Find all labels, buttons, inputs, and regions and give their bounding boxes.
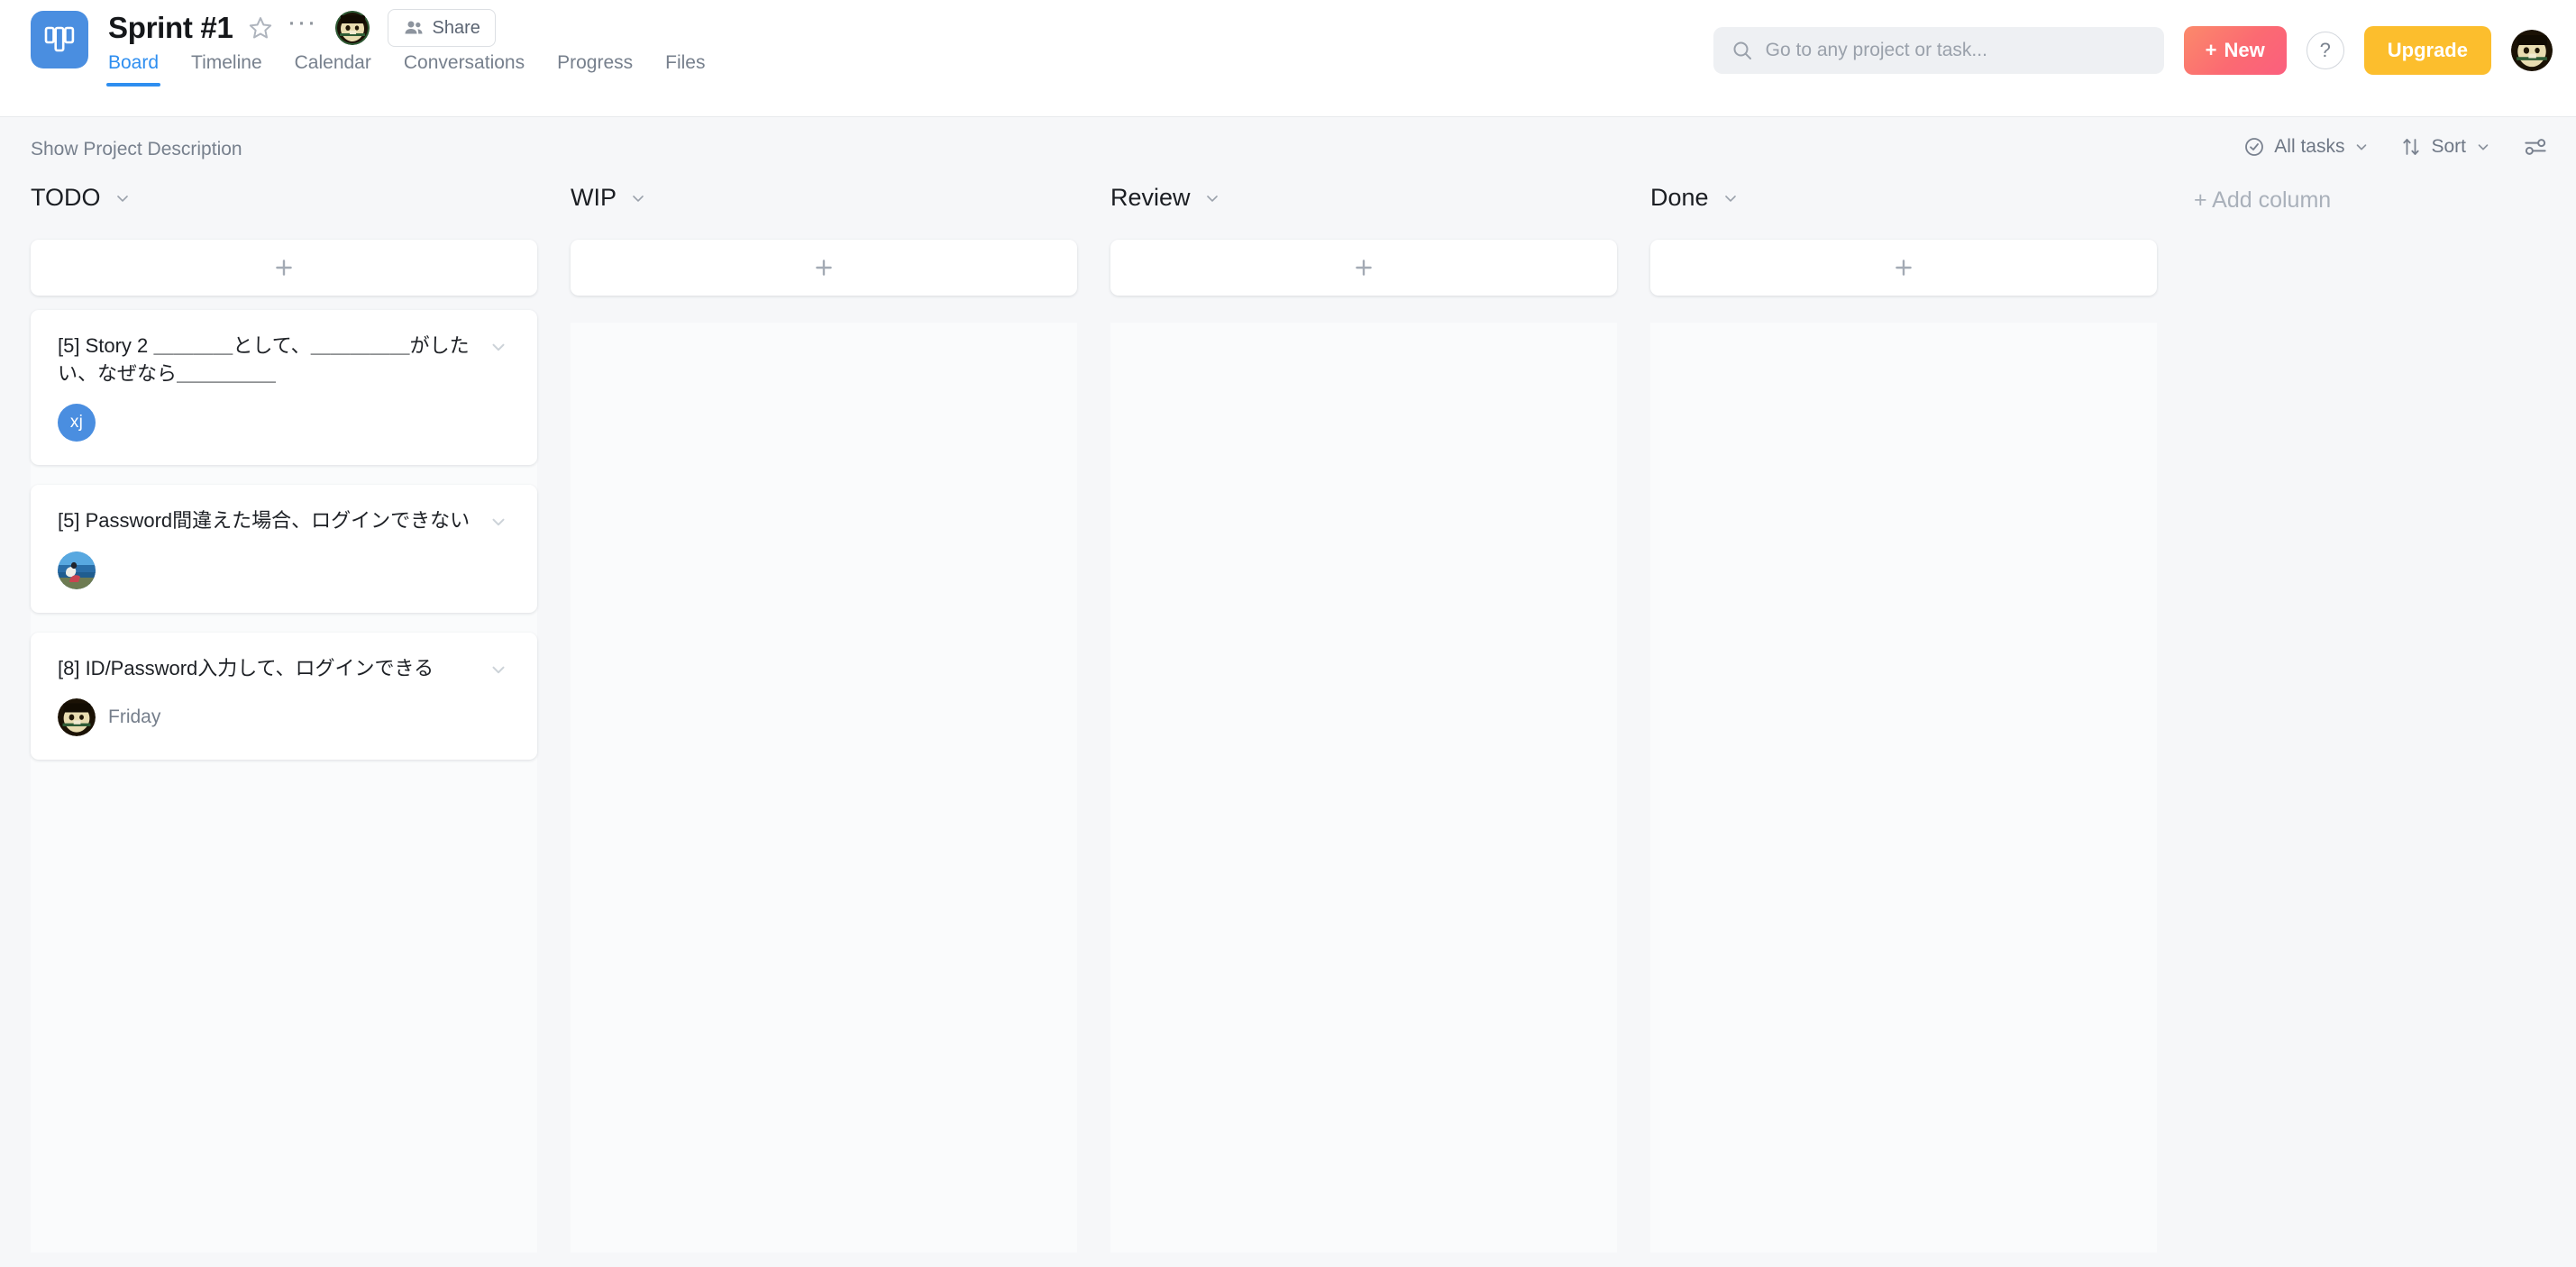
add-card-button-todo[interactable] xyxy=(31,240,537,296)
all-tasks-filter[interactable]: All tasks xyxy=(2243,136,2370,158)
new-label: New xyxy=(2224,39,2265,61)
card-footer: xj xyxy=(58,404,514,442)
tab-progress[interactable]: Progress xyxy=(557,52,633,87)
chevron-down-icon[interactable] xyxy=(489,337,508,361)
column-name: WIP xyxy=(571,184,617,211)
header-left-cluster: Sprint #1 ··· Share Board Timeline Calen… xyxy=(31,0,705,87)
share-label: Share xyxy=(432,17,480,38)
avatar[interactable] xyxy=(58,551,96,589)
tab-timeline[interactable]: Timeline xyxy=(191,52,262,87)
tab-conversations[interactable]: Conversations xyxy=(404,52,525,87)
upgrade-button[interactable]: Upgrade xyxy=(2363,26,2491,75)
column-dropzone[interactable] xyxy=(1110,323,1617,1253)
filter-sliders-icon xyxy=(2525,139,2546,155)
plus-icon xyxy=(276,260,292,276)
title-row: Sprint #1 ··· Share xyxy=(108,0,705,50)
search-icon xyxy=(1733,41,1751,59)
tab-calendar[interactable]: Calendar xyxy=(295,52,371,87)
all-tasks-label: All tasks xyxy=(2274,136,2345,157)
plus-icon: + xyxy=(2205,39,2217,61)
kanban-board: TODO WIP Review Done + Add column [5] St… xyxy=(0,184,2576,1267)
plus-icon xyxy=(1895,260,1912,276)
share-button[interactable]: Share xyxy=(387,9,496,47)
plus-icon xyxy=(1356,260,1372,276)
chevron-down-icon[interactable] xyxy=(489,660,508,684)
toolbar-right: All tasks Sort xyxy=(2243,133,2549,160)
card-title: [5] Story 2 ＿＿＿＿として、＿＿＿＿＿がしたい、なぜなら＿＿＿＿＿ xyxy=(58,334,470,386)
column-name: Review xyxy=(1110,184,1191,211)
column-dropzone[interactable] xyxy=(571,323,1077,1253)
avatar[interactable] xyxy=(58,697,96,736)
chevron-down-icon xyxy=(1206,195,1218,202)
column-review xyxy=(1110,240,1617,1267)
search-input[interactable]: Go to any project or task... xyxy=(1713,27,2164,74)
people-icon xyxy=(405,21,422,34)
header-right-cluster: Go to any project or task... + New ? Upg… xyxy=(1713,26,2553,75)
add-card-button-wip[interactable] xyxy=(571,240,1077,296)
check-circle-icon xyxy=(2245,138,2264,156)
chevron-down-icon xyxy=(2478,144,2489,150)
chevron-down-icon xyxy=(116,195,128,202)
add-column-button[interactable]: + Add column xyxy=(2194,187,2331,214)
column-done xyxy=(1650,240,2157,1267)
column-name: TODO xyxy=(31,184,101,211)
chevron-down-icon xyxy=(633,195,644,202)
board-settings-button[interactable] xyxy=(2522,133,2549,160)
show-project-description-button[interactable]: Show Project Description xyxy=(31,139,242,160)
column-wip xyxy=(571,240,1077,1267)
chevron-down-icon xyxy=(2357,144,2367,150)
task-card[interactable]: [5] Story 2 ＿＿＿＿として、＿＿＿＿＿がしたい、なぜなら＿＿＿＿＿ … xyxy=(31,310,537,466)
plus-icon xyxy=(816,260,832,276)
card-list-todo: [5] Story 2 ＿＿＿＿として、＿＿＿＿＿がしたい、なぜなら＿＿＿＿＿ … xyxy=(31,310,537,779)
column-header-done[interactable]: Done xyxy=(1650,184,1740,212)
tab-files[interactable]: Files xyxy=(665,52,705,87)
column-todo: [5] Story 2 ＿＿＿＿として、＿＿＿＿＿がしたい、なぜなら＿＿＿＿＿ … xyxy=(31,240,537,1267)
chevron-down-icon xyxy=(1724,195,1736,202)
avatar[interactable]: xj xyxy=(58,404,96,442)
nav-tabs: Board Timeline Calendar Conversations Pr… xyxy=(105,52,705,87)
new-button[interactable]: + New xyxy=(2183,26,2287,75)
tab-board[interactable]: Board xyxy=(105,52,161,87)
user-avatar[interactable] xyxy=(2511,30,2553,71)
star-icon[interactable] xyxy=(248,15,273,41)
page-title: Sprint #1 xyxy=(108,11,233,44)
card-assignee: Friday xyxy=(108,706,161,727)
avatar[interactable] xyxy=(334,11,370,45)
card-footer xyxy=(58,551,514,589)
sort-arrows-icon xyxy=(2403,139,2420,155)
board-logo-icon[interactable] xyxy=(31,11,88,68)
help-button[interactable]: ? xyxy=(2306,32,2344,69)
card-footer: Friday xyxy=(58,697,514,736)
chevron-down-icon[interactable] xyxy=(489,512,508,536)
task-card[interactable]: [5] Password間違えた場合、ログインできない xyxy=(31,485,537,613)
column-header-review[interactable]: Review xyxy=(1110,184,1221,212)
column-name: Done xyxy=(1650,184,1709,211)
column-headers-row: TODO WIP Review Done + Add column xyxy=(0,184,2576,240)
sort-button[interactable]: Sort xyxy=(2400,136,2491,158)
add-card-button-done[interactable] xyxy=(1650,240,2157,296)
title-and-tabs: Sprint #1 ··· Share Board Timeline Calen… xyxy=(105,0,705,87)
column-header-wip[interactable]: WIP xyxy=(571,184,647,212)
column-dropzone[interactable] xyxy=(1650,323,2157,1253)
app-header: Sprint #1 ··· Share Board Timeline Calen… xyxy=(0,0,2576,117)
search-placeholder: Go to any project or task... xyxy=(1765,40,1987,60)
card-title: [5] Password間違えた場合、ログインできない xyxy=(58,509,470,533)
card-title: [8] ID/Password入力して、ログインできる xyxy=(58,656,434,679)
more-options-icon[interactable]: ··· xyxy=(288,9,317,40)
task-card[interactable]: [8] ID/Password入力して、ログインできる Friday xyxy=(31,632,537,760)
sort-label: Sort xyxy=(2431,136,2466,157)
column-header-todo[interactable]: TODO xyxy=(31,184,132,212)
board-toolbar: Show Project Description All tasks Sort xyxy=(0,117,2576,184)
add-card-button-review[interactable] xyxy=(1110,240,1617,296)
